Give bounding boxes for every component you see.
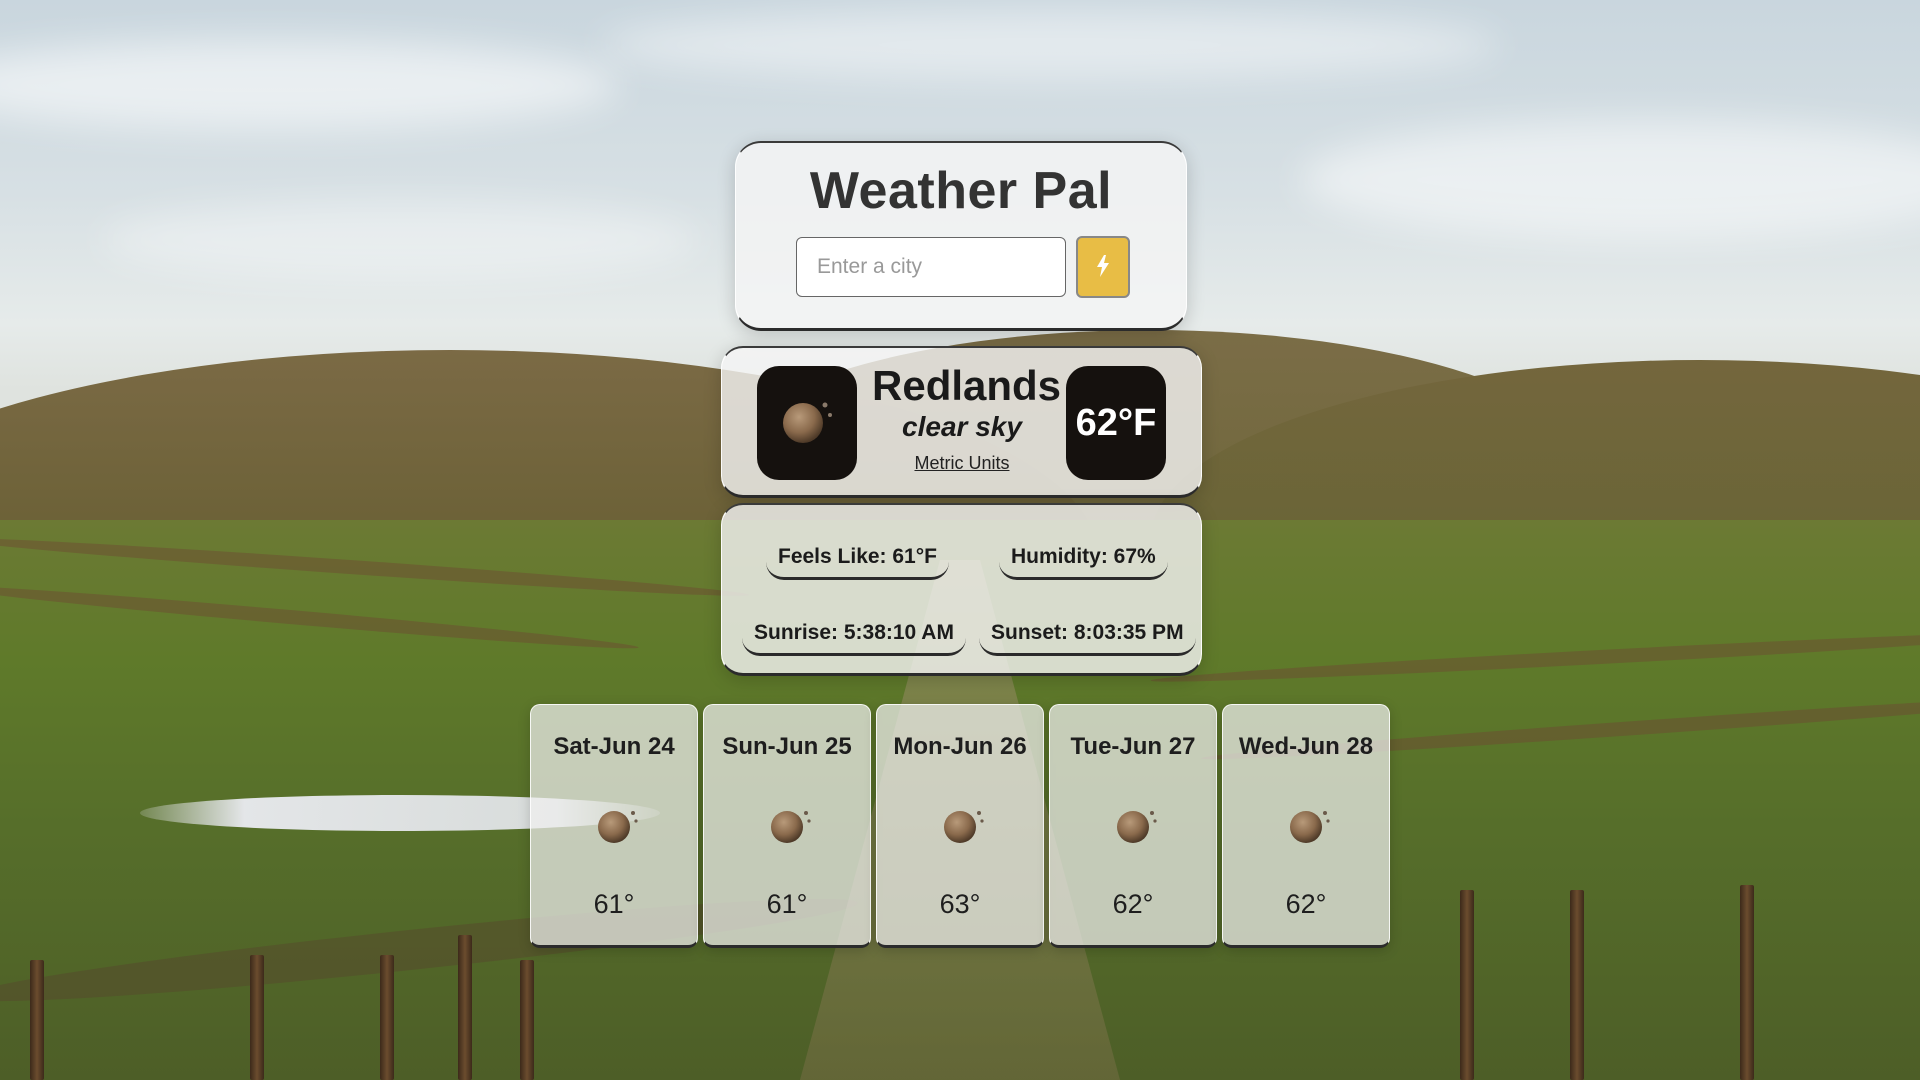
lightning-icon [1096,254,1110,280]
search-row [796,236,1130,298]
metric-units-link[interactable]: Metric Units [914,453,1009,474]
clear-night-moon-icon [1287,803,1331,852]
sunrise: Sunrise: 5:38:10 AM [742,617,966,656]
forecast-temp: 62° [1285,889,1327,919]
humidity: Humidity: 67% [999,541,1168,580]
forecast-day-card: Sun-Jun 25 61° [703,704,871,948]
forecast-temp: 61° [593,889,635,919]
current-temperature: 62°F [1066,366,1166,480]
forecast-day-card: Wed-Jun 28 62° [1222,704,1390,948]
clear-night-moon-icon [941,803,985,852]
forecast-day-label: Wed-Jun 28 [1238,733,1374,760]
forecast-day-label: Sat-Jun 24 [553,733,675,760]
forecast-temp: 61° [766,889,808,919]
app-title: Weather Pal [809,162,1113,220]
forecast-temp: 62° [1112,889,1154,919]
forecast-day-card: Mon-Jun 26 63° [876,704,1044,948]
search-panel: Weather Pal [735,141,1187,331]
sunset: Sunset: 8:03:35 PM [979,617,1196,656]
clear-night-moon-icon [777,391,837,456]
forecast-day-label: Sun-Jun 25 [722,733,852,760]
city-name: Redlands [872,362,1062,409]
clear-night-moon-icon [1114,803,1158,852]
search-button[interactable] [1076,236,1130,298]
forecast-temp: 63° [939,889,981,919]
city-search-input[interactable] [796,237,1066,297]
weather-details-panel: Feels Like: 61°F Humidity: 67% Sunrise: … [721,503,1202,676]
forecast-day-label: Tue-Jun 27 [1070,733,1196,760]
forecast-row: Sat-Jun 24 61° Sun-Jun 25 61° Mon-Jun 26… [530,704,1390,948]
forecast-day-label: Mon-Jun 26 [893,733,1027,760]
clear-night-moon-icon [768,803,812,852]
current-weather-panel: Redlands clear sky Metric Units 62°F [721,346,1202,498]
current-weather-icon-tile [757,366,857,480]
clear-night-moon-icon [595,803,639,852]
feels-like: Feels Like: 61°F [766,541,949,580]
forecast-day-card: Tue-Jun 27 62° [1049,704,1217,948]
weather-description: clear sky [902,411,1022,443]
forecast-day-card: Sat-Jun 24 61° [530,704,698,948]
city-block: Redlands clear sky Metric Units [872,362,1062,474]
